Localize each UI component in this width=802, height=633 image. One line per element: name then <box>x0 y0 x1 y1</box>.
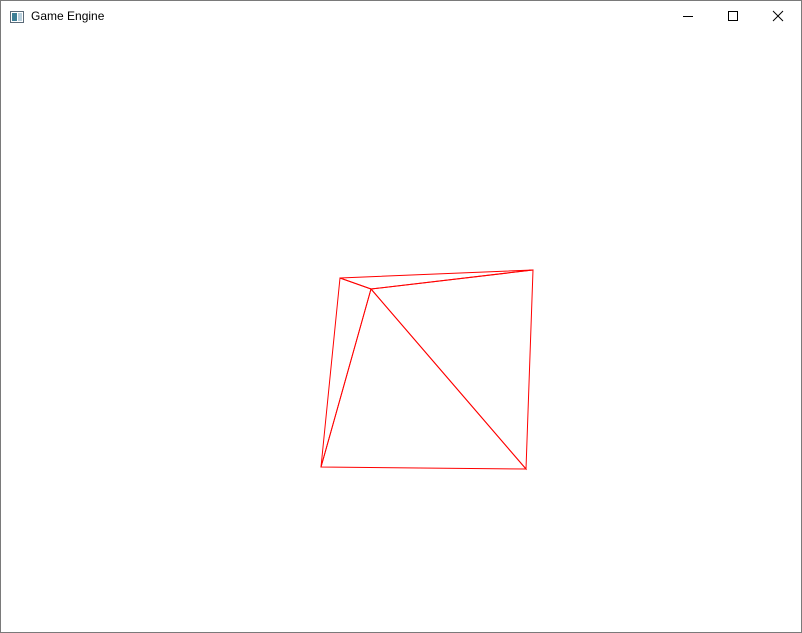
app-window: Game Engine <box>0 0 802 633</box>
title-bar[interactable]: Game Engine <box>1 1 801 31</box>
maximize-icon <box>728 11 738 21</box>
minimize-icon <box>683 16 693 17</box>
wire-triangle <box>339 269 534 290</box>
wire-triangle <box>320 287 528 470</box>
window-title: Game Engine <box>31 9 105 23</box>
minimize-button[interactable] <box>665 1 711 31</box>
close-icon <box>772 10 784 22</box>
wire-triangle <box>370 269 534 471</box>
app-window-icon <box>10 10 24 23</box>
render-viewport[interactable] <box>1 31 801 632</box>
wireframe-canvas <box>320 269 534 471</box>
close-button[interactable] <box>755 1 801 31</box>
maximize-button[interactable] <box>710 1 756 31</box>
